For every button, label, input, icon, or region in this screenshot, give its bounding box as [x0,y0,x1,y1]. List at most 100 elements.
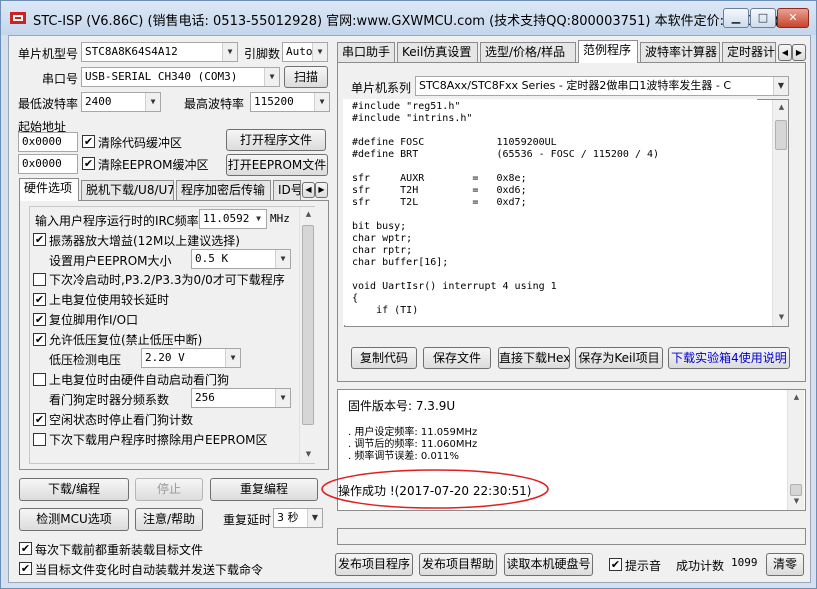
log-scrollbar[interactable]: ▲ ▼ [787,390,804,510]
eeprom-size-label: 设置用户EEPROM大小 [49,254,172,268]
cold-boot-label: 下次冷启动时,P3.2/P3.3为0/0才可下载程序 [49,273,285,287]
chevron-down-icon: ▼ [145,93,160,111]
watchdog-divider-label: 看门狗定时器分频系数 [49,393,170,407]
code-address-input[interactable]: 0x0000 [18,132,78,152]
scroll-down-icon[interactable]: ▼ [301,447,316,462]
port-select[interactable]: USB-SERIAL CH340 (COM3) ▼ [81,67,280,87]
annotation-ellipse [321,469,549,509]
osc-gain-checkbox[interactable]: ✔ [33,233,46,246]
hw-watchdog-label: 上电复位时由硬件自动启动看门狗 [49,373,230,387]
chevron-down-icon: ▼ [307,509,322,527]
mcu-type-select[interactable]: STC8A8K64S4A12 ▼ [81,42,238,62]
options-scrollbar[interactable]: ▲ ▼ [299,207,315,463]
code-scrollbar[interactable]: ▲ ▼ [772,100,788,326]
log-line: . 频率调节误差: 0.011% [348,451,460,462]
tab-scroll-right-button[interactable]: ▶ [315,182,328,198]
copy-code-button[interactable]: 复制代码 [351,347,417,369]
tab-serial-assistant[interactable]: 串口助手 [337,42,395,63]
chevron-down-icon: ▼ [312,43,327,61]
repeat-delay-label: 重复延时 [223,513,272,527]
clear-code-checkbox[interactable]: ✔ [82,135,95,148]
osc-gain-label: 振荡器放大增益(12M以上建议选择) [49,234,240,248]
tab-scroll-left-button[interactable]: ◀ [302,182,315,198]
tab-baud-calculator[interactable]: 波特率计算器 [640,42,720,63]
low-voltage-detect-label: 低压检测电压 [49,353,122,367]
min-baud-label: 最低波特率 [18,97,79,111]
pin-count-select[interactable]: Auto ▼ [282,42,328,62]
tab-keil-emulation[interactable]: Keil仿真设置 [397,42,478,63]
right-tab-scroll-right-button[interactable]: ▶ [792,44,806,61]
download-hex-button[interactable]: 直接下载Hex [498,347,570,369]
tab-offline-download[interactable]: 脱机下载/U8/U7 [81,180,174,201]
scroll-up-icon[interactable]: ▲ [301,207,316,222]
stop-button[interactable]: 停止 [135,478,203,501]
chevron-down-icon: ▼ [275,389,290,407]
success-count-label: 成功计数 [676,559,725,573]
mcu-series-label: 单片机系列 [351,81,412,95]
chevron-down-icon: ▼ [222,43,237,61]
reprogram-button[interactable]: 重复编程 [210,478,318,501]
scroll-up-icon[interactable]: ▲ [789,390,804,405]
long-reset-checkbox[interactable]: ✔ [33,293,46,306]
eeprom-size-select[interactable]: 0.5 K ▼ [191,249,291,269]
save-keil-project-button[interactable]: 保存为Keil项目 [575,347,663,369]
open-eeprom-button[interactable]: 打开EEPROM文件 [226,154,328,176]
idle-watchdog-checkbox[interactable]: ✔ [33,413,46,426]
repeat-delay-select[interactable]: 3 秒 ▼ [273,508,323,528]
mcu-series-select[interactable]: STC8Axx/STC8Fxx Series - 定时器2做串口1波特率发生器 … [415,76,789,96]
tab-encrypted-transfer[interactable]: 程序加密后传输 [176,180,271,201]
maximize-button[interactable]: □ [750,8,776,28]
help-button[interactable]: 注意/帮助 [135,508,203,531]
irc-frequency-label: 输入用户程序运行时的IRC频率 [35,214,199,228]
low-voltage-reset-checkbox[interactable]: ✔ [33,333,46,346]
read-disk-id-button[interactable]: 读取本机硬盘号 [504,553,593,576]
chevron-down-icon: ▼ [773,77,788,95]
tab-selection-price[interactable]: 选型/价格/样品 [480,42,576,63]
min-baud-select[interactable]: 2400 ▼ [81,92,161,112]
sound-checkbox[interactable]: ✔ [609,558,622,571]
lab-box-manual-link[interactable]: 下载实验箱4使用说明 [668,347,790,369]
download-program-button[interactable]: 下载/编程 [19,478,129,501]
scroll-thumb[interactable] [775,120,787,150]
publish-help-button[interactable]: 发布项目帮助 [419,553,497,576]
sound-label: 提示音 [625,559,662,573]
reset-pin-io-checkbox[interactable]: ✔ [33,313,46,326]
right-tab-scroll-left-button[interactable]: ◀ [778,44,792,61]
watchdog-divider-select[interactable]: 256 ▼ [191,388,291,408]
open-program-button[interactable]: 打开程序文件 [226,129,326,151]
example-code: #include "reg51.h" #include "intrins.h" … [343,99,757,325]
auto-send-checkbox[interactable]: ✔ [19,562,32,575]
title-bar: STC-ISP (V6.86C) (销售电话: 0513-55012928) 官… [1,1,816,35]
tab-example-programs[interactable]: 范例程序 [578,40,638,63]
scan-button[interactable]: 扫描 [284,66,328,88]
eeprom-address-input[interactable]: 0x0000 [18,154,78,174]
status-strip [337,528,806,545]
irc-frequency-select[interactable]: 11.0592 ▼ [199,209,267,229]
scroll-up-icon[interactable]: ▲ [774,100,789,115]
scroll-thumb[interactable] [302,225,314,425]
low-voltage-detect-select[interactable]: 2.20 V ▼ [141,348,241,368]
window-title: STC-ISP (V6.86C) (销售电话: 0513-55012928) 官… [33,14,792,29]
clear-eeprom-checkbox[interactable]: ✔ [82,157,95,170]
minimize-button[interactable]: ▁ [723,8,749,28]
max-baud-select[interactable]: 115200 ▼ [250,92,330,112]
tab-id[interactable]: ID号 [273,180,301,201]
tab-timer-calculator[interactable]: 定时器计 [722,42,776,63]
reload-before-download-label: 每次下载前都重新装载目标文件 [35,543,204,557]
save-file-button[interactable]: 保存文件 [423,347,491,369]
reload-before-download-checkbox[interactable]: ✔ [19,542,32,555]
scroll-down-icon[interactable]: ▼ [774,310,789,325]
clear-count-button[interactable]: 清零 [766,553,804,576]
detect-mcu-button[interactable]: 检测MCU选项 [19,508,129,531]
low-voltage-reset-label: 允许低压复位(禁止低压中断) [49,333,203,347]
tab-hardware-options[interactable]: 硬件选项 [19,178,79,201]
erase-eeprom-checkbox[interactable] [33,433,46,446]
hw-watchdog-checkbox[interactable] [33,373,46,386]
mcu-type-label: 单片机型号 [18,47,79,61]
close-button[interactable]: ✕ [777,8,809,28]
app-window: STC-ISP (V6.86C) (销售电话: 0513-55012928) 官… [0,0,817,589]
cold-boot-checkbox[interactable] [33,273,46,286]
scroll-down-icon[interactable]: ▼ [789,494,804,509]
irc-unit-label: MHz [270,212,290,225]
publish-program-button[interactable]: 发布项目程序 [335,553,413,576]
